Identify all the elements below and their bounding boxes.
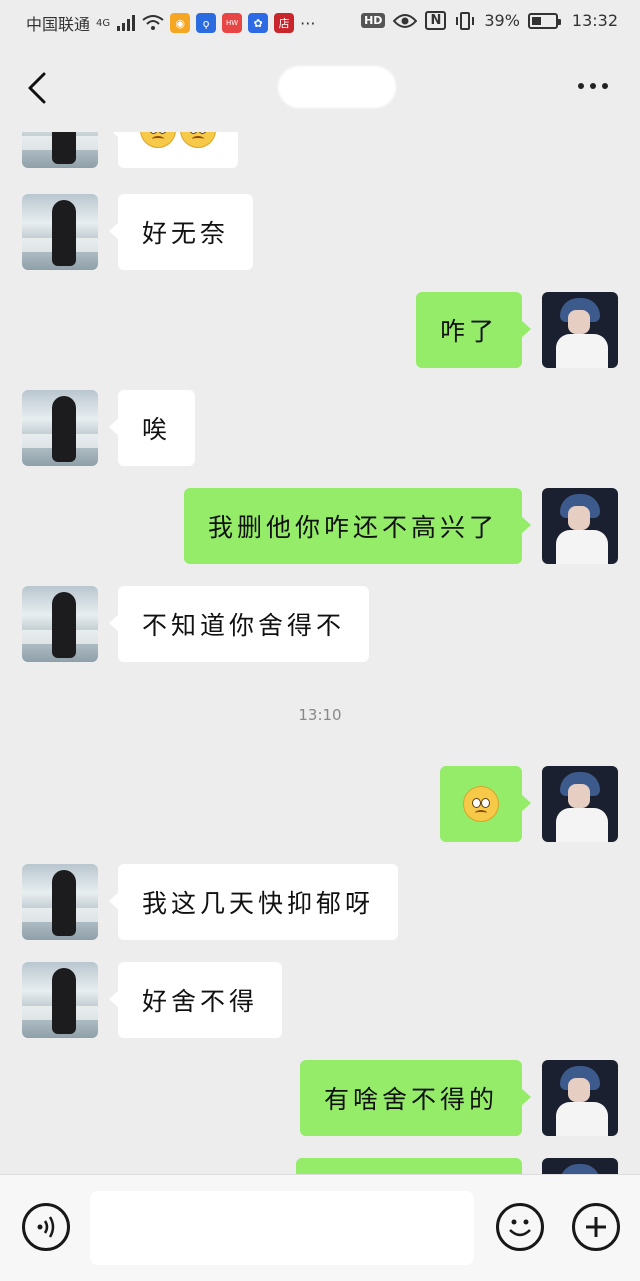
status-bar: 中国联通 4G ◉ ϙ HW ✿ 店 ··· HD N 39% 13:32	[0, 0, 640, 44]
more-notifications-icon: ···	[300, 13, 316, 33]
smiley-face-icon	[509, 1219, 531, 1237]
hd-badge: HD	[361, 13, 386, 28]
plus-icon[interactable]	[572, 1203, 620, 1251]
my-avatar[interactable]	[542, 766, 618, 842]
network-label: 4G	[96, 17, 111, 29]
eye-icon	[393, 13, 418, 28]
huawei-app-icon: HW	[222, 13, 243, 33]
message-bubble-incoming[interactable]: 不知道你舍得不	[108, 586, 370, 662]
contact-name-redacted	[278, 66, 396, 108]
wifi-icon	[142, 15, 164, 30]
more-dots-icon[interactable]	[578, 76, 618, 96]
my-avatar[interactable]	[542, 292, 618, 368]
chat-header	[0, 44, 640, 132]
chevron-left-icon[interactable]	[22, 68, 58, 108]
message-input[interactable]	[90, 1191, 474, 1265]
loudly-crying-face-icon	[180, 132, 216, 148]
clock: 13:32	[571, 11, 618, 30]
message-bubble-incoming[interactable]: 我这几天快抑郁呀	[108, 864, 399, 940]
message-bubble-incoming[interactable]: 好舍不得	[108, 962, 283, 1038]
battery-icon	[527, 12, 561, 29]
message-bubble-outgoing[interactable]	[440, 766, 531, 842]
signal-icon	[117, 15, 136, 31]
contact-avatar[interactable]	[22, 390, 98, 466]
my-avatar[interactable]	[542, 1060, 618, 1136]
emoji-icon[interactable]	[496, 1203, 544, 1251]
message-timestamp: 13:10	[298, 706, 342, 724]
status-bar-left: 中国联通 4G ◉ ϙ HW ✿ 店 ···	[26, 11, 315, 35]
pleading-face-icon	[463, 786, 499, 822]
message-list[interactable]: 好无奈 咋了 唉 我删他你咋还不高兴了 不知道你舍得不 13:10 我这几天快抑…	[0, 132, 640, 1174]
contact-avatar[interactable]	[22, 962, 98, 1038]
baidu-icon: ✿	[248, 13, 269, 33]
my-avatar[interactable]	[542, 1158, 618, 1174]
plus-sign-icon	[586, 1217, 606, 1237]
status-bar-right: HD N 39% 13:32	[361, 11, 618, 30]
store-icon: 店	[274, 13, 295, 33]
loudly-crying-face-icon	[140, 132, 176, 148]
message-bubble-incoming[interactable]: 好无奈	[108, 194, 254, 270]
vibrate-icon	[456, 11, 475, 30]
message-bubble-incoming[interactable]: 唉	[108, 390, 196, 466]
bulb-app-icon: ϙ	[196, 13, 217, 33]
message-bubble-incoming[interactable]	[109, 132, 238, 168]
weibo-icon: ◉	[170, 13, 191, 33]
carrier-label: 中国联通	[26, 15, 91, 34]
chat-input-bar	[0, 1174, 640, 1281]
contact-avatar[interactable]	[22, 864, 98, 940]
voice-input-icon[interactable]	[22, 1203, 70, 1251]
my-avatar[interactable]	[542, 488, 618, 564]
message-bubble-outgoing[interactable]	[296, 1158, 522, 1174]
voice-waves-icon	[37, 1216, 55, 1238]
message-bubble-outgoing[interactable]: 我删他你咋还不高兴了	[183, 488, 532, 564]
nfc-icon: N	[425, 11, 447, 30]
contact-avatar[interactable]	[22, 586, 98, 662]
message-bubble-outgoing[interactable]: 有啥舍不得的	[299, 1060, 532, 1136]
contact-avatar[interactable]	[22, 132, 98, 168]
message-bubble-outgoing[interactable]: 咋了	[415, 292, 532, 368]
battery-percent: 39%	[484, 11, 520, 30]
contact-avatar[interactable]	[22, 194, 98, 270]
